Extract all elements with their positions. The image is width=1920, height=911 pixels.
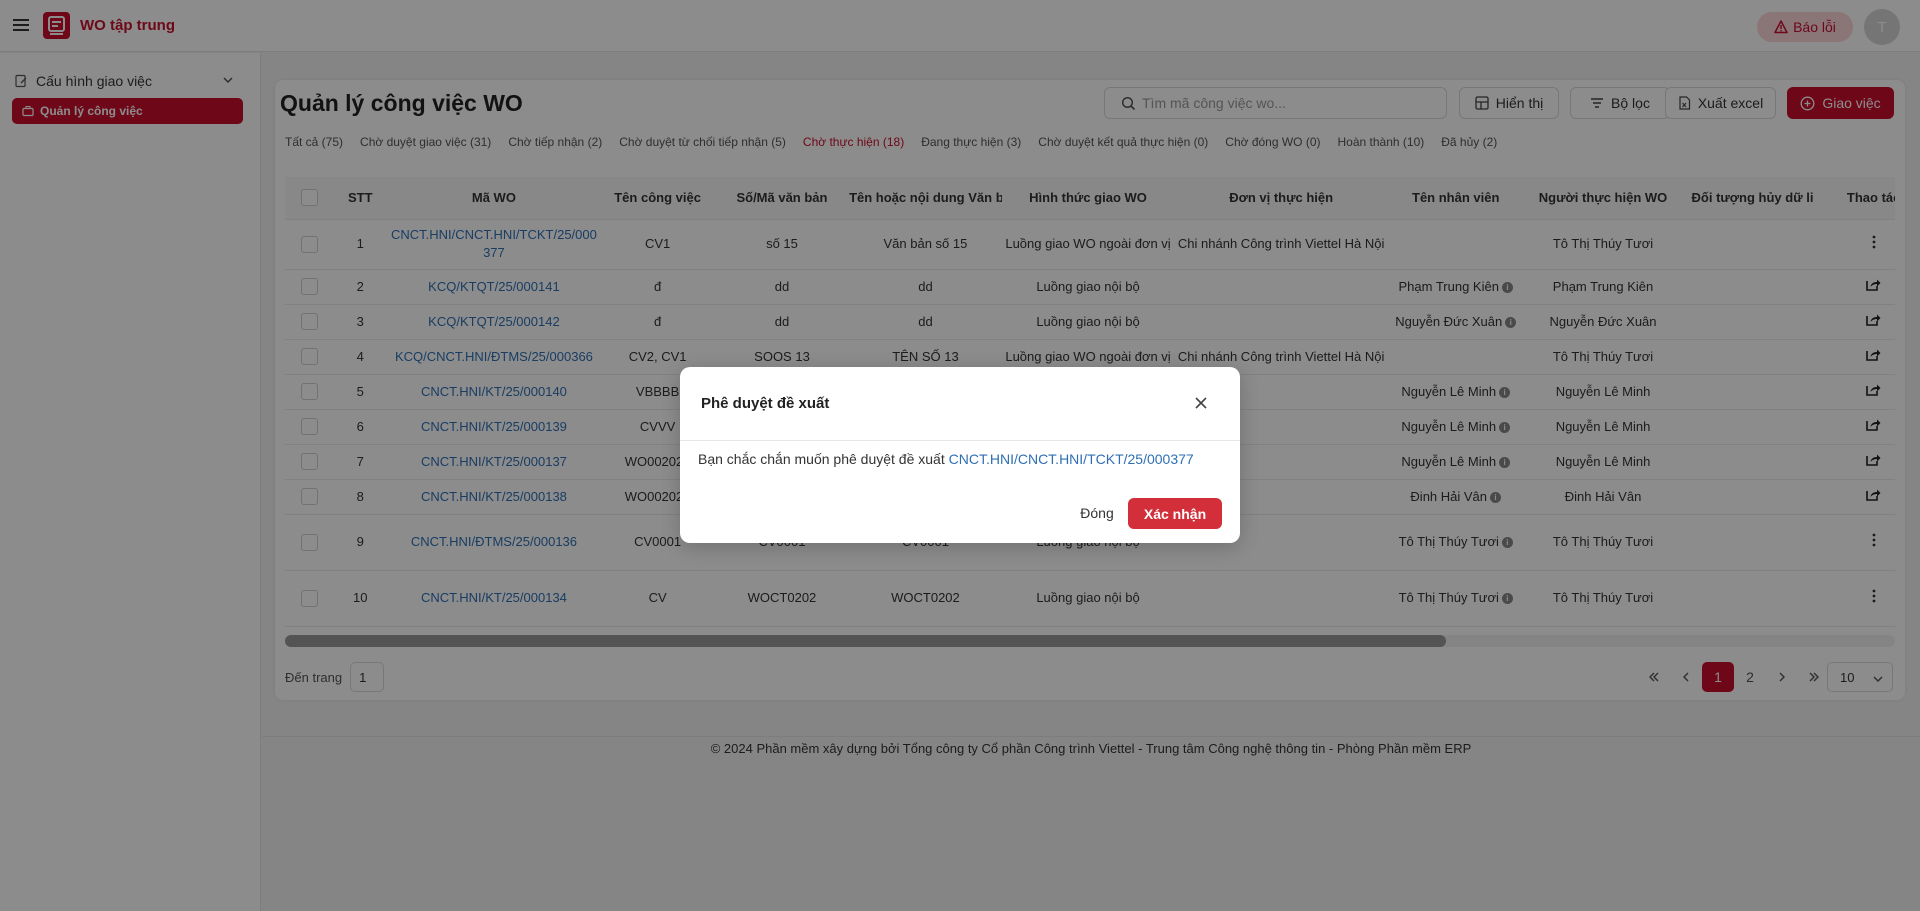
dialog-title: Phê duyệt đề xuất (701, 395, 830, 412)
dialog-wo-link[interactable]: CNCT.HNI/CNCT.HNI/TCKT/25/000377 (949, 451, 1194, 467)
dialog-divider (680, 440, 1240, 441)
close-button[interactable]: Đóng (1068, 498, 1126, 528)
approve-proposal-dialog: Phê duyệt đề xuất Bạn chắc chắn muốn phê… (680, 367, 1240, 543)
dialog-message-text: Bạn chắc chắn muốn phê duyệt đề xuất (698, 451, 949, 467)
close-icon[interactable] (1192, 394, 1210, 412)
dialog-message: Bạn chắc chắn muốn phê duyệt đề xuất CNC… (698, 451, 1194, 467)
confirm-button[interactable]: Xác nhận (1128, 498, 1222, 529)
